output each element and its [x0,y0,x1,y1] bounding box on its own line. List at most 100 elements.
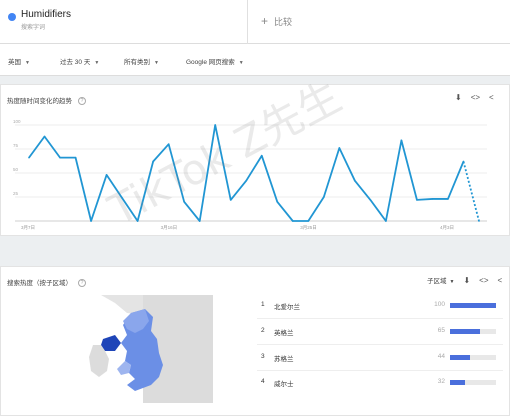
data-point [198,220,201,222]
data-point [105,174,108,176]
region-value: 44 [437,353,445,360]
row-divider [257,318,503,319]
embed-icon[interactable]: <> [479,276,488,285]
y-tick-label: 75 [13,143,19,148]
data-point [431,198,434,200]
region-rank: 4 [261,378,265,385]
plus-icon: + [261,14,269,28]
chevron-down-icon: ▼ [238,60,244,66]
search-term-chip[interactable]: Humidifiers 搜索字词 [0,0,248,44]
card-actions: 子区域 ▼ ⬇ <> < [409,275,502,285]
data-point [260,154,263,157]
data-point [354,179,356,182]
region-bar [450,380,496,385]
term-bar: Humidifiers 搜索字词 + 比较 [0,0,510,44]
x-tick-label: 4月3日 [440,225,454,231]
chevron-down-icon: ▼ [154,60,159,66]
download-icon[interactable]: ⬇ [463,276,470,285]
chevron-down-icon: ▼ [449,279,455,285]
term-name: Humidifiers [21,9,72,20]
compare-button[interactable]: + 比较 [261,14,292,28]
row-divider [257,370,503,371]
region-name: 苏格兰 [274,356,294,363]
y-tick-label: 50 [13,167,19,172]
data-point [136,220,139,222]
x-tick-label: 3月25日 [300,225,317,231]
data-point [74,156,77,159]
uk-region-map[interactable] [31,295,231,403]
interest-by-region-title: 搜索热度（按子区域） [7,280,72,287]
data-point [28,156,30,159]
data-point [291,220,294,222]
search-type-label: Google 网页搜索 [186,59,235,66]
term-color-dot [8,13,16,21]
interest-over-time-card: 热度随时间变化的趋势? ⬇ <> < 25 50 75 100 3月7日 3月16日 3月25日… [0,84,510,236]
subregion-label: 子区域 [427,278,447,285]
data-point [121,197,123,199]
region-row-1[interactable]: 1 北爱尔兰 100 [257,301,503,319]
region-bar-fill [450,329,480,334]
region-rank: 1 [261,301,265,308]
series-line-partial [462,161,480,222]
region-name: 北爱尔兰 [274,304,300,311]
share-icon[interactable]: < [498,276,503,285]
interest-by-region-card: 搜索热度（按子区域）? 子区域 ▼ ⬇ <> < 1 北爱尔兰 100 2 英格… [0,266,510,416]
region-value: 32 [437,378,445,385]
region-name: 威尔士 [274,381,294,388]
data-point [229,199,232,201]
data-point [90,220,92,222]
uk-map-svg [89,295,213,403]
chevron-down-icon: ▼ [94,60,100,66]
y-tick-label: 25 [13,191,19,196]
data-point [152,160,154,163]
data-point [385,220,387,222]
data-point [307,220,310,222]
region-row-2[interactable]: 2 英格兰 65 [257,327,503,345]
x-tick-label: 3月7日 [21,225,35,231]
region-rank: 3 [261,353,265,360]
data-point [276,201,279,203]
northern-ireland-region[interactable] [101,335,121,351]
region-name: 英格兰 [274,330,294,337]
data-point [416,199,418,201]
region-bar [450,303,496,308]
region-bar-fill [450,303,496,308]
x-tick-label: 3月16日 [161,225,178,231]
google-trends-page: Humidifiers 搜索字词 + 比较 英国 ▼ 过去 30 天 ▼ 所有类别 ▼ … [0,0,510,416]
data-point [478,220,480,222]
region-row-4[interactable]: 4 威尔士 32 [257,378,503,390]
region-bar [450,329,496,334]
card-title: 搜索热度（按子区域）? [7,277,86,288]
data-point [214,124,217,126]
data-point [462,160,465,163]
region-label: 英国 [8,59,21,66]
region-bar-fill [450,380,465,385]
help-icon[interactable]: ? [78,279,86,288]
category-label: 所有类别 [124,59,150,66]
region-dropdown[interactable]: 英国 ▼ [8,56,30,66]
term-type: 搜索字词 [21,25,46,31]
region-bar [450,355,496,360]
search-type-dropdown[interactable]: Google 网页搜索 ▼ [186,56,244,66]
region-bar-fill [450,355,471,360]
data-point [59,156,61,159]
region-value: 100 [434,301,445,308]
data-point [245,179,248,182]
interest-line-chart: 25 50 75 100 3月7日 3月16日 3月25日 4月3日 [13,119,487,231]
data-point [323,196,325,198]
chevron-down-icon: ▼ [25,60,30,66]
data-point [167,143,170,145]
region-row-3[interactable]: 3 苏格兰 44 [257,353,503,371]
compare-label: 比较 [274,17,293,27]
y-tick-label: 100 [13,119,21,124]
data-point [183,201,185,203]
category-dropdown[interactable]: 所有类别 ▼ [124,56,159,66]
data-point [447,198,449,200]
period-dropdown[interactable]: 过去 30 天 ▼ [60,56,99,66]
row-divider [257,344,503,345]
filter-bar: 英国 ▼ 过去 30 天 ▼ 所有类别 ▼ Google 网页搜索 ▼ [0,44,510,76]
region-value: 65 [437,327,445,334]
subregion-dropdown[interactable]: 子区域 ▼ [418,275,454,285]
data-point [43,135,46,138]
period-label: 过去 30 天 [60,59,91,66]
